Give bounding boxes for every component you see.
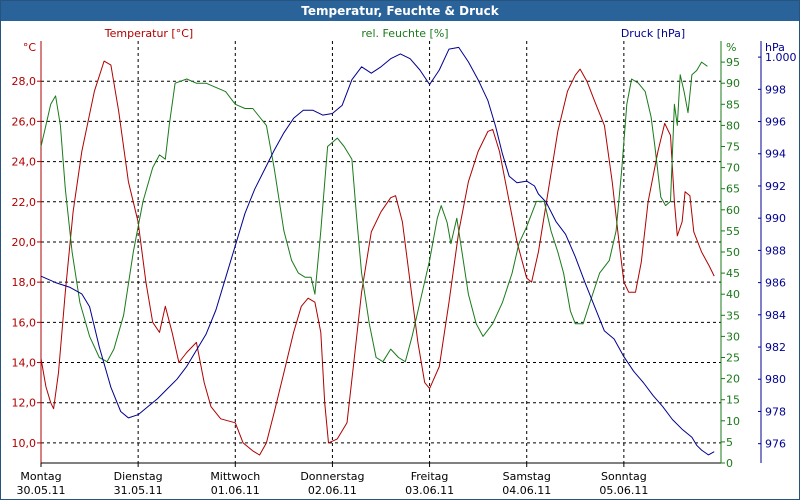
- humidity-tick-label: 60: [726, 204, 740, 217]
- humidity-tick-label: 10: [726, 415, 740, 428]
- humidity-tick-label: 25: [726, 352, 740, 365]
- humidity-tick-label: 15: [726, 394, 740, 407]
- x-tick-date: 31.05.11: [114, 484, 163, 497]
- humidity-tick-label: 55: [726, 225, 740, 238]
- temperature-tick-label: 16,0: [12, 316, 37, 329]
- temperature-tick-label: 20,0: [12, 236, 37, 249]
- x-tick-day: Donnerstag: [300, 470, 364, 483]
- pressure-tick-label: 998: [765, 83, 786, 96]
- humidity-tick-label: 50: [726, 246, 740, 259]
- x-axis-labels: Montag30.05.11 Dienstag31.05.11 Mittwoch01…: [17, 463, 648, 497]
- pressure-tick-label: 996: [765, 116, 786, 129]
- pressure-unit: hPa: [765, 41, 785, 54]
- pressure-tick-label: 978: [765, 405, 786, 418]
- temperature-unit: °C: [23, 41, 37, 54]
- temperature-tick-label: 24,0: [12, 156, 37, 169]
- humidity-tick-label: 95: [726, 56, 740, 69]
- pressure-tick-label: 980: [765, 373, 786, 386]
- humidity-tick-label: 70: [726, 162, 740, 175]
- humidity-tick-label: 65: [726, 183, 740, 196]
- x-tick-day: Montag: [20, 470, 61, 483]
- pressure-tick-label: 992: [765, 180, 786, 193]
- humidity-tick-label: 30: [726, 330, 740, 343]
- x-tick-date: 05.06.11: [599, 484, 648, 497]
- temperature-ticks: 28,0 26,0 24,0 22,0 20,0 18,0 16,0 14,0 12,0 10,0…: [12, 41, 41, 450]
- temperature-tick-label: 12,0: [12, 397, 37, 410]
- x-tick-date: 01.06.11: [211, 484, 260, 497]
- humidity-tick-label: 40: [726, 288, 740, 301]
- temperature-tick-label: 26,0: [12, 115, 37, 128]
- humidity-tick-label: 35: [726, 309, 740, 322]
- x-tick-date: 03.06.11: [405, 484, 454, 497]
- temperature-tick-label: 14,0: [12, 357, 37, 370]
- humidity-ticks: 95908580757065605550454035302520151050%: [721, 41, 740, 470]
- x-tick-date: 30.05.11: [17, 484, 66, 497]
- chart-title: Temperatur, Feuchte & Druck: [1, 1, 799, 21]
- x-tick-day: Mittwoch: [210, 470, 260, 483]
- humidity-header: rel. Feuchte [%]: [361, 27, 448, 40]
- pressure-tick-label: 982: [765, 341, 786, 354]
- chart-svg: 28,0 26,0 24,0 22,0 20,0 18,0 16,0 14,0 12,0 10,0…: [12, 27, 797, 497]
- pressure-tick-label: 986: [765, 277, 786, 290]
- temperature-tick-label: 10,0: [12, 437, 37, 450]
- pressure-ticks: 1.00099899699499299098898698498298097897…: [758, 41, 797, 451]
- x-tick-date: 04.06.11: [502, 484, 551, 497]
- temperature-header: Temperatur [°C]: [104, 27, 193, 40]
- temperature-tick-label: 22,0: [12, 196, 37, 209]
- x-tick-day: Freitag: [411, 470, 449, 483]
- pressure-tick-label: 984: [765, 309, 786, 322]
- humidity-tick-label: 85: [726, 98, 740, 111]
- humidity-tick-label: 5: [726, 436, 733, 449]
- pressure-header: Druck [hPa]: [621, 27, 685, 40]
- humidity-tick-label: 75: [726, 141, 740, 154]
- x-tick-date: 02.06.11: [308, 484, 357, 497]
- humidity-unit: %: [726, 41, 736, 54]
- temperature-tick-label: 28,0: [12, 75, 37, 88]
- x-tick-day: Dienstag: [114, 470, 163, 483]
- x-tick-day: Sonntag: [601, 470, 647, 483]
- pressure-tick-label: 988: [765, 244, 786, 257]
- pressure-tick-label: 976: [765, 438, 786, 451]
- x-tick-day: Samstag: [503, 470, 551, 483]
- humidity-tick-label: 20: [726, 373, 740, 386]
- plot-area: [41, 41, 721, 463]
- chart-window: Temperatur, Feuchte & Druck 28,0 26,0 24,0…: [0, 0, 800, 500]
- humidity-tick-label: 80: [726, 119, 740, 132]
- humidity-tick-label: 90: [726, 77, 740, 90]
- temperature-tick-label: 18,0: [12, 276, 37, 289]
- humidity-tick-label: 45: [726, 267, 740, 280]
- humidity-tick-label: 0: [726, 457, 733, 470]
- pressure-tick-label: 994: [765, 148, 786, 161]
- pressure-tick-label: 990: [765, 212, 786, 225]
- axis-headers: Temperatur [°C] rel. Feuchte [%] Druck [hP…: [104, 27, 685, 40]
